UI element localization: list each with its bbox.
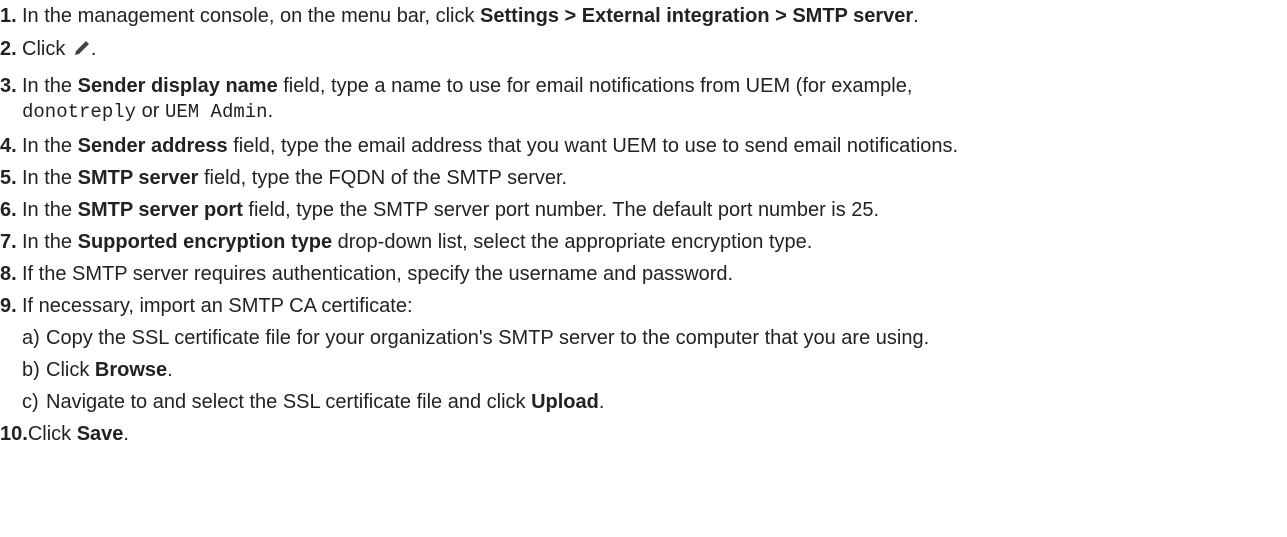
step-number: 9. — [0, 295, 17, 317]
step-8: 8. If the SMTP server requires authentica… — [0, 262, 733, 287]
step-3: 3. In the Sender display name field, type… — [0, 74, 912, 99]
code-example: UEM Admin — [164, 101, 268, 123]
step-text: In the — [22, 75, 78, 97]
step-text: drop-down list, select the appropriate e… — [332, 231, 813, 253]
substep-letter: c) — [22, 391, 39, 413]
field-name: Sender display name — [77, 75, 278, 97]
step-number: 2. — [0, 38, 17, 60]
step-text: Click — [22, 38, 71, 60]
step-text: In the — [22, 199, 78, 221]
field-name: Sender address — [77, 135, 228, 157]
button-name: Browse — [94, 359, 168, 381]
step-text: . — [913, 5, 919, 27]
procedure-steps: 1. In the management console, on the menu… — [0, 0, 1287, 537]
step-text: field, type a name to use for email noti… — [277, 75, 913, 97]
step-text: . — [598, 391, 605, 413]
step-text: . — [267, 100, 274, 122]
step-number: 10. — [0, 423, 28, 445]
step-4: 4. In the Sender address field, type the … — [0, 134, 958, 159]
step-text: In the management console, on the menu b… — [22, 5, 481, 27]
step-1: 1. In the management console, on the menu… — [0, 4, 919, 29]
substep-letter: a) — [22, 327, 40, 349]
step-number: 7. — [0, 231, 17, 253]
step-number: 5. — [0, 167, 17, 189]
step-text: or — [136, 100, 165, 122]
step-10: 10.Click Save. — [0, 422, 129, 447]
step-text: Copy the SSL certificate file for your o… — [46, 327, 930, 349]
step-text: Navigate to and select the SSL certifica… — [46, 391, 532, 413]
step-text: In the — [22, 135, 78, 157]
button-name: Upload — [531, 391, 599, 413]
step-number: 3. — [0, 75, 17, 97]
field-name: Supported encryption type — [77, 231, 333, 253]
step-number: 8. — [0, 263, 17, 285]
step-9: 9. If necessary, import an SMTP CA certif… — [0, 294, 413, 319]
code-example: donotreply — [22, 101, 137, 123]
step-number: 4. — [0, 135, 17, 157]
step-2: 2. Click . — [0, 37, 96, 64]
step-6: 6. In the SMTP server port field, type th… — [0, 198, 879, 223]
substep-letter: b) — [22, 359, 40, 381]
step-3-continuation: donotreply or UEM Admin. — [22, 99, 273, 125]
substep-b: b) Click Browse. — [22, 358, 173, 383]
menu-path: Settings > External integration > SMTP s… — [480, 5, 914, 27]
step-text: . — [167, 359, 173, 381]
button-name: Save — [76, 423, 124, 445]
step-text: Click — [27, 423, 77, 445]
step-text: . — [90, 38, 97, 60]
step-text: If the SMTP server requires authenticati… — [22, 263, 734, 285]
step-text: . — [123, 423, 129, 445]
pencil-edit-icon — [73, 39, 91, 64]
step-text: Click — [46, 359, 95, 381]
step-number: 1. — [0, 5, 17, 27]
substep-c: c) Navigate to and select the SSL certifi… — [22, 390, 604, 415]
step-5: 5. In the SMTP server field, type the FQD… — [0, 166, 567, 191]
substep-a: a) Copy the SSL certificate file for your… — [22, 326, 929, 351]
field-name: SMTP server — [77, 167, 199, 189]
step-text: In the — [22, 167, 78, 189]
step-text: field, type the FQDN of the SMTP server. — [198, 167, 568, 189]
step-text: In the — [22, 231, 78, 253]
step-text: If necessary, import an SMTP CA certific… — [22, 295, 413, 317]
step-number: 6. — [0, 199, 17, 221]
step-7: 7. In the Supported encryption type drop-… — [0, 230, 812, 255]
field-name: SMTP server port — [77, 199, 243, 221]
step-text: field, type the SMTP server port number.… — [242, 199, 880, 221]
step-text: field, type the email address that you w… — [227, 135, 959, 157]
